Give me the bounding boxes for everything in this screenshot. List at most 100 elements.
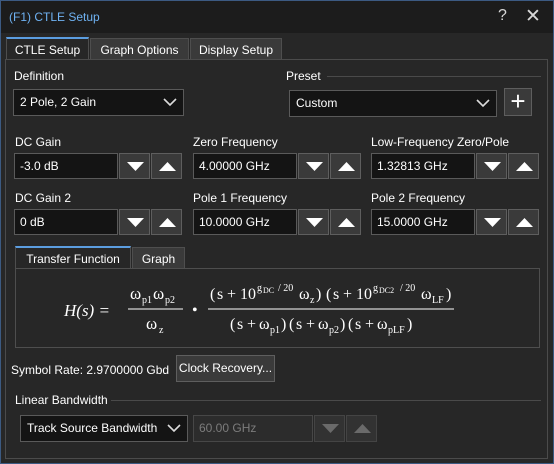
dc-gain-2-decrement-button[interactable] bbox=[119, 209, 150, 235]
pole2-frequency-increment-button[interactable] bbox=[508, 209, 539, 235]
formula-s: s bbox=[296, 316, 302, 333]
lf-zero-pole-label: Low-Frequency Zero/Pole bbox=[371, 135, 510, 149]
formula-lp: ( bbox=[230, 316, 235, 333]
formula-plus: + bbox=[306, 316, 315, 333]
transfer-function-formula: H(s) = ω p1 ω p2 ω z • ( s + 10 g DC / 2… bbox=[63, 283, 454, 336]
arrow-down-icon bbox=[484, 218, 501, 227]
arrow-down-icon bbox=[127, 162, 144, 171]
dc-gain-2-label: DC Gain 2 bbox=[15, 191, 72, 205]
tab-transfer-function[interactable]: Transfer Function bbox=[15, 246, 131, 269]
ctle-setup-dialog: (F1) CTLE Setup ? ✕ CTLE Setup Graph Opt… bbox=[0, 0, 554, 464]
formula-sub: z bbox=[159, 325, 164, 336]
dc-gain-input[interactable]: -3.0 dB bbox=[14, 153, 118, 179]
bandwidth-mode-select[interactable]: Track Source Bandwidth bbox=[20, 415, 188, 442]
preset-value: Custom bbox=[296, 96, 338, 110]
pole1-frequency-input[interactable]: 10.0000 GHz bbox=[193, 209, 297, 235]
formula-lp: ( bbox=[289, 316, 294, 333]
pole1-frequency-increment-button[interactable] bbox=[330, 209, 361, 235]
formula-rp: ) bbox=[340, 316, 345, 333]
formula-sub: p2 bbox=[165, 295, 175, 306]
formula-dc2: DC2 bbox=[379, 286, 394, 295]
arrow-up-icon bbox=[159, 162, 176, 171]
formula-sub: p1 bbox=[270, 325, 280, 336]
definition-label: Definition bbox=[14, 69, 65, 83]
formula-ten: 10 bbox=[356, 286, 372, 303]
lf-zero-pole-input[interactable]: 1.32813 GHz bbox=[371, 153, 475, 179]
symbol-rate-label: Symbol Rate: 2.9700000 Gbd bbox=[11, 363, 170, 377]
linear-bandwidth-divider bbox=[111, 400, 541, 401]
close-icon[interactable]: ✕ bbox=[525, 5, 541, 28]
pole1-frequency-decrement-button[interactable] bbox=[298, 209, 329, 235]
dc-gain-2-increment-button[interactable] bbox=[151, 209, 182, 235]
zero-frequency-increment-button[interactable] bbox=[330, 153, 361, 179]
bandwidth-increment-button[interactable] bbox=[346, 415, 377, 442]
pole2-frequency-decrement-button[interactable] bbox=[476, 209, 507, 235]
definition-select[interactable]: 2 Pole, 2 Gain bbox=[13, 89, 184, 116]
preset-divider bbox=[327, 76, 541, 77]
formula-plus: + bbox=[227, 286, 236, 303]
chevron-down-icon bbox=[167, 424, 181, 433]
tab-graph-options[interactable]: Graph Options bbox=[90, 38, 189, 60]
formula-lp: ( bbox=[210, 286, 215, 303]
dc-gain-2-input[interactable]: 0 dB bbox=[14, 209, 118, 235]
formula-plus: + bbox=[247, 316, 256, 333]
formula-rp: ) bbox=[446, 286, 451, 303]
arrow-down-icon bbox=[306, 218, 323, 227]
formula-gdc: g bbox=[257, 283, 262, 294]
pole2-frequency-input[interactable]: 15.0000 GHz bbox=[371, 209, 475, 235]
tab-display-setup[interactable]: Display Setup bbox=[190, 38, 282, 60]
add-preset-button[interactable]: + bbox=[504, 88, 532, 116]
formula-s: s bbox=[217, 286, 223, 303]
formula-s: s bbox=[333, 286, 339, 303]
formula-s: s bbox=[237, 316, 243, 333]
formula-sub: p2 bbox=[329, 325, 339, 336]
zero-frequency-label: Zero Frequency bbox=[193, 135, 278, 149]
arrow-down-icon bbox=[127, 218, 144, 227]
formula-lp: ( bbox=[326, 286, 331, 303]
formula-sub: z bbox=[310, 295, 315, 306]
formula-sub: p1 bbox=[142, 295, 152, 306]
formula-div20: / 20 bbox=[400, 283, 415, 294]
dc-gain-increment-button[interactable] bbox=[151, 153, 182, 179]
definition-value: 2 Pole, 2 Gain bbox=[20, 95, 97, 109]
formula-lhs: H(s) = bbox=[63, 301, 110, 320]
bandwidth-input[interactable]: 60.00 GHz bbox=[193, 415, 313, 442]
formula-sub: LF bbox=[432, 295, 444, 306]
tab-graph[interactable]: Graph bbox=[132, 247, 185, 269]
arrow-up-icon bbox=[338, 218, 355, 227]
lf-zero-pole-increment-button[interactable] bbox=[508, 153, 539, 179]
arrow-down-icon bbox=[322, 424, 339, 433]
formula-s: s bbox=[355, 316, 361, 333]
formula-w: ω bbox=[299, 286, 310, 303]
formula-lp: ( bbox=[348, 316, 353, 333]
pole1-frequency-label: Pole 1 Frequency bbox=[193, 191, 288, 205]
arrow-down-icon bbox=[484, 162, 501, 171]
preset-select[interactable]: Custom bbox=[289, 90, 497, 117]
arrow-up-icon bbox=[159, 218, 176, 227]
formula-dot: • bbox=[192, 302, 198, 319]
title-bar[interactable]: (F1) CTLE Setup ? ✕ bbox=[1, 1, 553, 33]
dc-gain-decrement-button[interactable] bbox=[119, 153, 150, 179]
formula-ten: 10 bbox=[240, 286, 256, 303]
transfer-function-panel: H(s) = ω p1 ω p2 ω z • ( s + 10 g DC / 2… bbox=[15, 268, 540, 348]
lf-zero-pole-decrement-button[interactable] bbox=[476, 153, 507, 179]
formula-div20: / 20 bbox=[278, 283, 293, 294]
formula-rp: ) bbox=[316, 286, 321, 303]
formula-rp: ) bbox=[281, 316, 286, 333]
arrow-down-icon bbox=[306, 162, 323, 171]
formula-plus: + bbox=[343, 286, 352, 303]
arrow-up-icon bbox=[338, 162, 355, 171]
pole2-frequency-label: Pole 2 Frequency bbox=[371, 191, 466, 205]
arrow-up-icon bbox=[516, 162, 533, 171]
formula-w: ω bbox=[421, 286, 432, 303]
zero-frequency-input[interactable]: 4.00000 GHz bbox=[193, 153, 297, 179]
help-icon[interactable]: ? bbox=[498, 7, 507, 25]
window-title: (F1) CTLE Setup bbox=[9, 10, 100, 24]
bandwidth-decrement-button[interactable] bbox=[314, 415, 345, 442]
formula-w: ω bbox=[146, 314, 157, 333]
tab-ctle-setup[interactable]: CTLE Setup bbox=[6, 37, 89, 60]
zero-frequency-decrement-button[interactable] bbox=[298, 153, 329, 179]
formula-w: ω bbox=[130, 284, 141, 303]
clock-recovery-button[interactable]: Clock Recovery... bbox=[176, 355, 275, 382]
arrow-up-icon bbox=[516, 218, 533, 227]
